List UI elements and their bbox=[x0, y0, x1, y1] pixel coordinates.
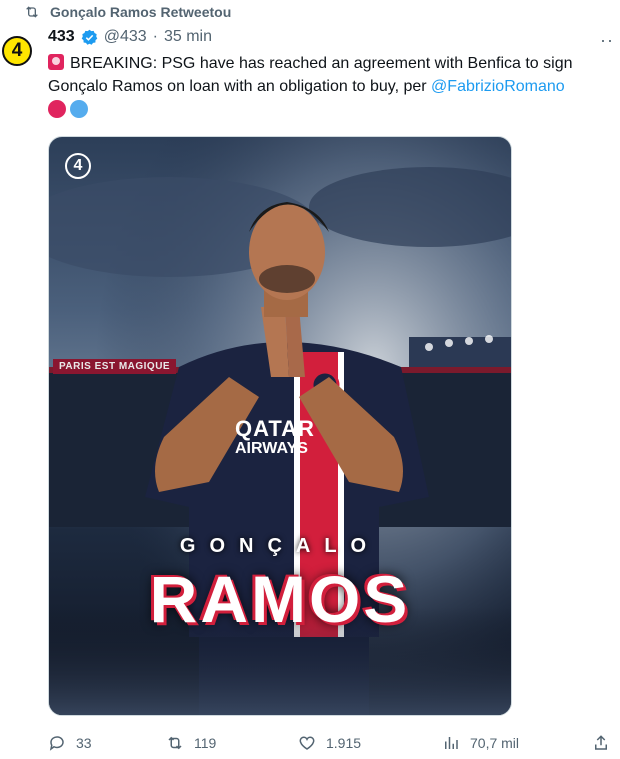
blue-circle-emoji-icon bbox=[70, 100, 88, 118]
mention-link[interactable]: @FabrizioRomano bbox=[431, 78, 565, 95]
badge-number: 4 bbox=[73, 157, 83, 174]
retweet-action-icon bbox=[168, 736, 182, 750]
avatar-number: 4 bbox=[11, 40, 23, 61]
like-count: 1.915 bbox=[326, 735, 362, 751]
retweet-button[interactable]: 119 bbox=[166, 734, 298, 752]
like-button[interactable]: 1.915 bbox=[298, 734, 442, 752]
views-button[interactable]: 70,7 mil bbox=[442, 734, 592, 752]
logo-badge: 4 bbox=[65, 153, 91, 179]
avatar[interactable]: 4 bbox=[2, 36, 32, 66]
tweet-header: 433 @433 · 35 min bbox=[48, 28, 212, 46]
player-last-name: RAMOS bbox=[149, 562, 411, 636]
sponsor-line-2: AIRWAYS bbox=[235, 440, 308, 457]
player-first-name: GONÇALO bbox=[179, 535, 381, 557]
retweet-header: Gonçalo Ramos Retweetou bbox=[24, 4, 231, 20]
sponsor-line-1: QATAR bbox=[235, 416, 315, 441]
emoji-circles bbox=[48, 100, 88, 118]
verified-badge-icon bbox=[81, 29, 97, 45]
heart-icon bbox=[299, 736, 315, 750]
tweet-actions: 33 119 1.915 70,7 mil bbox=[48, 734, 620, 752]
red-circle-emoji-icon bbox=[48, 100, 66, 118]
siren-emoji-icon bbox=[48, 54, 64, 70]
share-icon bbox=[595, 735, 607, 750]
tweet-image[interactable]: 4 PARIS EST MAGIQUE QATAR AIRWAYS GONÇAL… bbox=[48, 136, 512, 716]
more-options-icon[interactable]: ·· bbox=[600, 30, 614, 51]
retweet-label[interactable]: Gonçalo Ramos Retweetou bbox=[50, 4, 231, 20]
tweet-time[interactable]: 35 min bbox=[164, 28, 212, 46]
retweet-count: 119 bbox=[194, 735, 217, 751]
reply-count: 33 bbox=[76, 735, 92, 751]
stadium-banner: PARIS EST MAGIQUE bbox=[53, 359, 177, 374]
retweet-icon bbox=[26, 6, 38, 18]
views-count: 70,7 mil bbox=[470, 735, 520, 751]
jersey-sponsor: QATAR AIRWAYS bbox=[235, 416, 315, 459]
author-name[interactable]: 433 bbox=[48, 28, 75, 46]
tweet-text: BREAKING: PSG have has reached an agreem… bbox=[48, 52, 613, 98]
share-button[interactable] bbox=[592, 734, 610, 752]
reply-button[interactable]: 33 bbox=[48, 734, 166, 752]
separator-dot: · bbox=[152, 28, 158, 45]
views-chart-icon bbox=[445, 737, 458, 749]
author-handle[interactable]: @433 bbox=[104, 28, 147, 46]
reply-icon bbox=[49, 736, 64, 751]
